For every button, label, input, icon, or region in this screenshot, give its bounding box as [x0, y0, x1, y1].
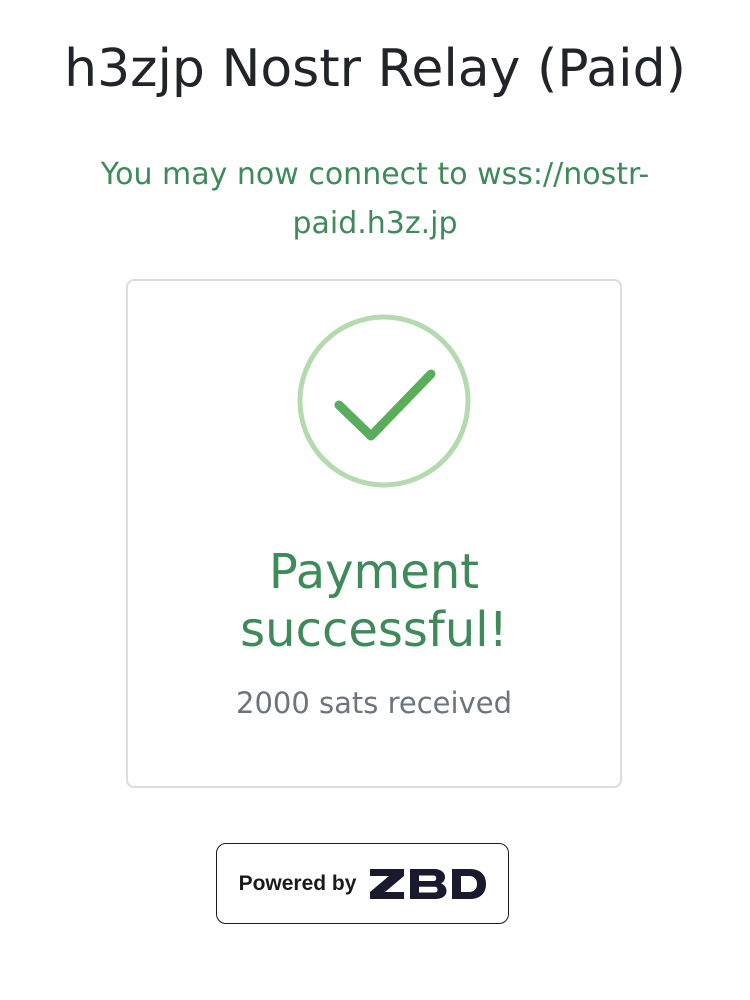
powered-by-label: Powered by: [238, 871, 357, 895]
payment-status-card: Payment successful! 2000 sats received: [126, 279, 622, 788]
page-title: h3zjp Nostr Relay (Paid): [64, 39, 686, 99]
checkmark-ring: [297, 314, 471, 488]
connect-message: You may now connect to wss://nostr-paid.…: [100, 157, 650, 241]
sats-received-text: 2000 sats received: [236, 686, 512, 720]
payment-success-title: Payment successful!: [240, 544, 508, 658]
checkmark-circle-icon: [297, 314, 471, 488]
powered-by-zbd-badge[interactable]: Powered by: [216, 843, 509, 924]
checkmark-stroke: [334, 369, 436, 441]
zbd-logo: [370, 868, 487, 899]
